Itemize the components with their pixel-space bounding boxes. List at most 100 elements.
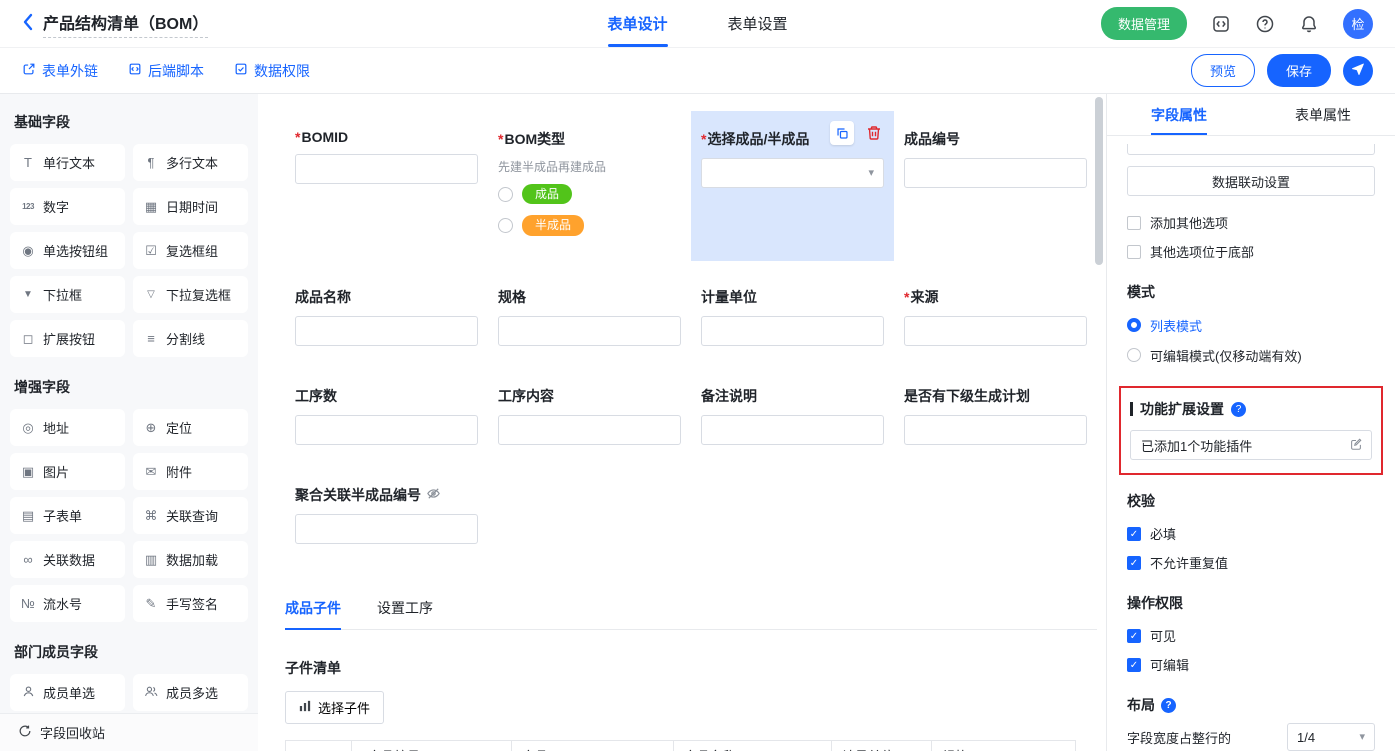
field-type-item[interactable]: ◻扩展按钮 (10, 320, 125, 357)
data-permission-link[interactable]: 数据权限 (234, 61, 310, 81)
preview-button[interactable]: 预览 (1191, 54, 1255, 87)
field-type-item[interactable]: ◎地址 (10, 409, 125, 446)
list-mode-radio[interactable]: 列表模式 (1127, 310, 1375, 340)
help-icon[interactable]: ? (1231, 402, 1246, 417)
checkbox-icon[interactable] (1127, 245, 1141, 259)
scrolled-input-partial[interactable] (1127, 144, 1375, 155)
option-tag-finished[interactable]: 成品 (522, 184, 572, 204)
field-type-item[interactable]: ⌘关联查询 (133, 497, 248, 534)
field-type-item[interactable]: ▥数据加载 (133, 541, 248, 578)
field-type-item[interactable]: ✉附件 (133, 453, 248, 490)
canvas-scrollbar[interactable] (1095, 97, 1103, 265)
form-field-unit[interactable]: 计量单位 (691, 269, 894, 360)
plugin-summary-field[interactable]: 已添加1个功能插件 (1130, 430, 1372, 460)
editable-mode-radio[interactable]: 可编辑模式(仅移动端有效) (1127, 340, 1375, 370)
field-type-item[interactable]: ≡分割线 (133, 320, 248, 357)
text-input[interactable] (904, 316, 1087, 346)
field-type-item[interactable]: ∞关联数据 (10, 541, 125, 578)
back-button[interactable] (22, 13, 33, 34)
copy-field-button[interactable] (830, 121, 854, 145)
checkbox-icon[interactable] (1127, 658, 1141, 672)
text-input[interactable] (498, 415, 681, 445)
delete-field-button[interactable] (866, 125, 882, 141)
field-type-item[interactable]: ¶多行文本 (133, 144, 248, 181)
text-input[interactable] (904, 158, 1087, 188)
visible-checkbox[interactable]: 可见 (1127, 621, 1375, 650)
form-external-link[interactable]: 表单外链 (22, 61, 98, 81)
text-input[interactable] (701, 316, 884, 346)
text-input[interactable] (904, 415, 1087, 445)
help-icon[interactable] (1255, 14, 1275, 34)
field-type-item[interactable]: №流水号 (10, 585, 125, 622)
radio-icon[interactable] (1127, 318, 1141, 332)
data-manage-button[interactable]: 数据管理 (1101, 7, 1187, 40)
save-button[interactable]: 保存 (1267, 54, 1331, 87)
field-type-item[interactable]: ▤子表单 (10, 497, 125, 534)
add-other-option-checkbox[interactable]: 添加其他选项 (1127, 208, 1375, 237)
other-option-bottom-checkbox[interactable]: 其他选项位于底部 (1127, 237, 1375, 266)
backend-script-link[interactable]: 后端脚本 (128, 61, 204, 81)
required-checkbox[interactable]: 必填 (1127, 519, 1375, 548)
field-type-item[interactable]: 成员单选 (10, 674, 125, 711)
field-type-item[interactable]: ⊕定位 (133, 409, 248, 446)
help-icon[interactable]: ? (1161, 698, 1176, 713)
integrations-icon[interactable] (1211, 14, 1231, 34)
field-type-item[interactable]: T单行文本 (10, 144, 125, 181)
field-type-item[interactable]: ▼下拉框 (10, 276, 125, 313)
edit-plugin-icon[interactable] (1349, 437, 1363, 454)
form-field-select-product[interactable]: *选择成品/半成品 ▾ (691, 111, 894, 261)
form-field-agg-semi-no[interactable]: 聚合关联半成品编号 (285, 467, 488, 558)
form-field-process-count[interactable]: 工序数 (285, 368, 488, 459)
field-type-item[interactable]: ✎手写签名 (133, 585, 248, 622)
select-children-button[interactable]: 选择子件 (285, 691, 384, 724)
text-input[interactable] (295, 415, 478, 445)
checkbox-icon[interactable] (1127, 527, 1141, 541)
tab-form-properties[interactable]: 表单属性 (1251, 94, 1395, 135)
field-type-item[interactable]: 成员多选 (133, 674, 248, 711)
share-button[interactable] (1343, 56, 1373, 86)
form-field-has-sub-plan[interactable]: 是否有下级生成计划 (894, 368, 1097, 459)
form-field-product-no[interactable]: 成品编号 (894, 111, 1097, 261)
form-field-bomid[interactable]: *BOMID (285, 111, 488, 261)
form-field-bom-type[interactable]: *BOM类型 先建半成品再建成品 成品 半成品 (488, 111, 691, 261)
field-type-item[interactable]: ▦日期时间 (133, 188, 248, 225)
radio-option[interactable]: 成品 (498, 184, 681, 204)
form-field-spec[interactable]: 规格 (488, 269, 691, 360)
avatar[interactable]: 检 (1343, 9, 1373, 39)
text-input[interactable] (295, 316, 478, 346)
form-field-process-content[interactable]: 工序内容 (488, 368, 691, 459)
checkbox-icon[interactable] (1127, 556, 1141, 570)
tab-field-properties[interactable]: 字段属性 (1107, 94, 1251, 135)
option-tag-semifinished[interactable]: 半成品 (522, 215, 584, 235)
notifications-icon[interactable] (1299, 14, 1319, 34)
attachment-icon: ✉ (143, 465, 159, 478)
tab-product-children[interactable]: 成品子件 (285, 598, 341, 629)
radio-icon[interactable] (498, 187, 513, 202)
field-width-select[interactable]: 1/4 ▾ (1287, 723, 1375, 751)
tab-form-design[interactable]: 表单设计 (607, 0, 667, 47)
radio-icon[interactable] (498, 218, 513, 233)
text-input[interactable] (295, 154, 478, 184)
text-input[interactable] (701, 415, 884, 445)
editable-checkbox[interactable]: 可编辑 (1127, 650, 1375, 679)
radio-icon[interactable] (1127, 348, 1141, 362)
field-type-item[interactable]: ▣图片 (10, 453, 125, 490)
product-select-dropdown[interactable]: ▾ (701, 158, 884, 188)
tab-process-setup[interactable]: 设置工序 (377, 598, 433, 629)
field-type-item[interactable]: ▽下拉复选框 (133, 276, 248, 313)
checkbox-icon[interactable] (1127, 629, 1141, 643)
form-field-source[interactable]: *来源 (894, 269, 1097, 360)
form-field-remark[interactable]: 备注说明 (691, 368, 894, 459)
tab-form-settings[interactable]: 表单设置 (728, 0, 788, 47)
text-input[interactable] (498, 316, 681, 346)
form-field-product-name[interactable]: 成品名称 (285, 269, 488, 360)
field-type-item[interactable]: ◉单选按钮组 (10, 232, 125, 269)
data-link-settings-button[interactable]: 数据联动设置 (1127, 166, 1375, 196)
field-type-item[interactable]: 123数字 (10, 188, 125, 225)
field-type-item[interactable]: ☑复选框组 (133, 232, 248, 269)
text-input[interactable] (295, 514, 478, 544)
field-recycle-bin[interactable]: 字段回收站 (0, 713, 258, 751)
radio-option[interactable]: 半成品 (498, 215, 681, 235)
checkbox-icon[interactable] (1127, 216, 1141, 230)
no-duplicate-checkbox[interactable]: 不允许重复值 (1127, 548, 1375, 577)
